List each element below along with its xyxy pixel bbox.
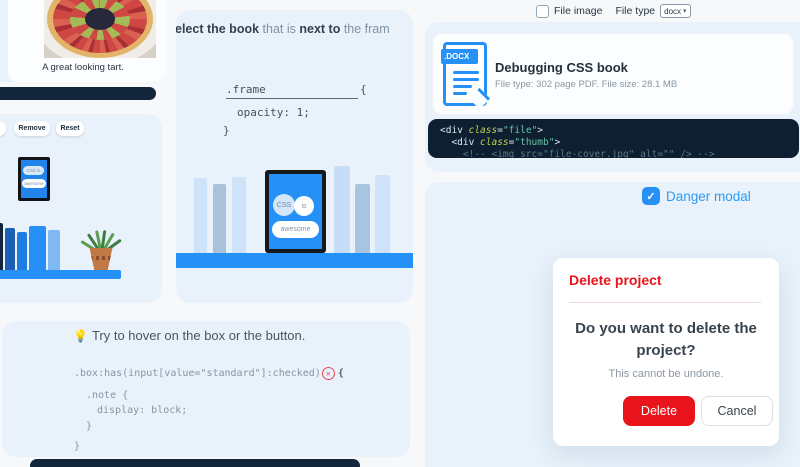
- bubble-css: CSS: [273, 194, 295, 216]
- file-panel: .DOCX Debugging CSS book File type: 302 …: [425, 22, 800, 172]
- screen: A great looking tart. Remove Reset CSS i…: [0, 0, 800, 467]
- modal-divider: [569, 302, 761, 303]
- delete-button[interactable]: Delete: [623, 396, 695, 426]
- question-line: project?: [636, 342, 696, 359]
- book[interactable]: [213, 184, 226, 253]
- picture-frame[interactable]: CSS is awesome: [265, 170, 326, 253]
- tip-line: 💡 Try to hover on the box or the button.: [73, 328, 305, 343]
- chevron-down-icon: ▾: [683, 8, 687, 15]
- book: [29, 226, 46, 270]
- bottom-shelf-bar: [30, 459, 360, 467]
- file-type-select[interactable]: docx ▾: [660, 4, 691, 18]
- file-image-checkbox[interactable]: [536, 4, 549, 18]
- mini-frame-text: CSS is: [23, 166, 44, 175]
- selector-input[interactable]: .frame: [226, 83, 358, 99]
- tip-text: Try to hover on the box or the button.: [91, 328, 306, 343]
- book[interactable]: [232, 177, 246, 253]
- code-line: .box:has(input[value="standard"]:checked…: [74, 367, 344, 380]
- plant-pot: [89, 248, 113, 270]
- book: [5, 228, 15, 270]
- book: [0, 223, 3, 270]
- book: [48, 230, 60, 270]
- book[interactable]: [355, 184, 370, 253]
- docx-badge: .DOCX: [441, 49, 478, 64]
- html-code-block: <div class="file"> <div class="thumb"> <…: [428, 119, 799, 158]
- page-fold-shape: [468, 87, 491, 110]
- danger-modal-panel: ✓ Danger modal Delete project Do you wan…: [425, 182, 800, 467]
- danger-modal-label[interactable]: Danger modal: [666, 189, 751, 204]
- file-card[interactable]: .DOCX Debugging CSS book File type: 302 …: [432, 33, 794, 115]
- remove-button[interactable]: Remove: [14, 121, 50, 136]
- code-line: }: [74, 441, 81, 452]
- select-book-card: elect the book that is next to the fram …: [176, 10, 413, 303]
- doc-text-line: [453, 85, 472, 88]
- check-icon: ✓: [646, 190, 656, 203]
- shelf-bar: [176, 253, 413, 268]
- docx-file-icon: .DOCX: [441, 42, 491, 110]
- modal-note: This cannot be undone.: [608, 368, 724, 380]
- hover-tip-card: 💡 Try to hover on the box or the button. …: [2, 321, 410, 457]
- doc-text-line: [453, 92, 467, 95]
- code-line: .note {: [86, 390, 129, 401]
- bubble-is: is: [294, 196, 314, 216]
- file-filter-bar: File image File type docx ▾: [536, 2, 691, 20]
- prompt-text: elect the book that is next to the fram: [176, 22, 390, 36]
- bubble-awesome: awesome: [272, 221, 319, 238]
- books-row[interactable]: [194, 177, 246, 253]
- file-type-value: docx: [664, 6, 682, 16]
- mini-frame-text: awesome: [22, 179, 46, 188]
- navy-shelf-bar: [0, 87, 156, 100]
- pot-pattern: [90, 256, 112, 260]
- css-declaration: opacity: 1;: [237, 106, 310, 119]
- book[interactable]: [194, 178, 207, 253]
- cancel-button[interactable]: Cancel: [701, 396, 773, 426]
- cross-circle-icon: ✕: [321, 367, 335, 380]
- delete-modal: Delete project Do you want to delete the…: [553, 258, 779, 446]
- books-row[interactable]: [334, 166, 390, 253]
- file-title: Debugging CSS book: [495, 60, 628, 75]
- book: [17, 232, 27, 270]
- close-brace: }: [223, 124, 230, 137]
- modal-title: Delete project: [569, 272, 662, 288]
- code-line: display: block;: [97, 405, 188, 416]
- book[interactable]: [334, 166, 350, 253]
- danger-modal-checkbox[interactable]: ✓: [642, 187, 660, 205]
- bulb-icon: 💡: [73, 329, 88, 343]
- code-line: }: [86, 421, 93, 432]
- book[interactable]: [375, 175, 390, 253]
- doc-text-line: [453, 78, 479, 81]
- mini-picture-frame: CSS is awesome: [18, 157, 50, 201]
- clipped-button[interactable]: [0, 121, 6, 136]
- question-line: Do you want to delete the: [575, 320, 757, 337]
- file-meta: File type: 302 page PDF. File size: 28.1…: [495, 79, 678, 90]
- open-brace: {: [337, 368, 344, 379]
- open-brace: {: [360, 83, 367, 96]
- tart-photo: [44, 0, 156, 58]
- tart-card: A great looking tart.: [0, 0, 166, 82]
- reset-button[interactable]: Reset: [56, 121, 84, 136]
- shelf-bar: [0, 270, 121, 279]
- file-type-label: File type: [615, 5, 656, 17]
- doc-text-line: [453, 71, 479, 74]
- blueberry-center-shape: [85, 8, 115, 30]
- bookshelf-panel: Remove Reset CSS is awesome: [0, 114, 162, 303]
- file-image-label: File image: [554, 5, 603, 17]
- selector-text: .box:has(input[value="standard"]:checked…: [74, 368, 321, 379]
- books-row: [0, 222, 60, 270]
- modal-question: Do you want to delete the project?: [553, 318, 779, 362]
- tart-caption: A great looking tart.: [42, 62, 124, 73]
- css-rule-line: .frame{: [226, 83, 367, 99]
